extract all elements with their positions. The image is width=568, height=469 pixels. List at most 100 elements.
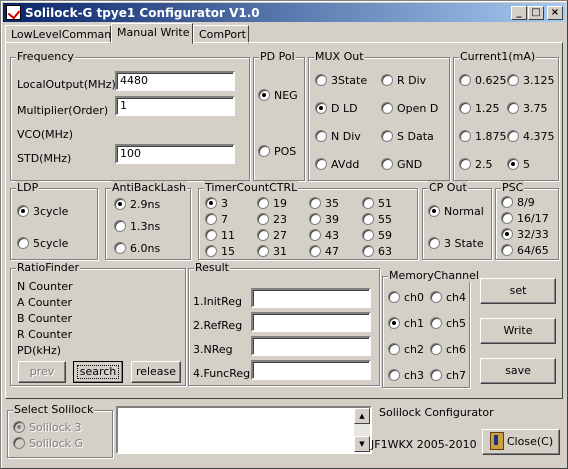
- pd-pol-pos-radio[interactable]: POS: [258, 145, 296, 158]
- ldp-3cycle-radio[interactable]: 3cycle: [17, 205, 68, 218]
- timer-35-radio[interactable]: 35: [309, 197, 339, 210]
- current-125-radio[interactable]: 1.25: [459, 102, 500, 115]
- multiplier-input[interactable]: 1: [115, 96, 235, 116]
- timer-23-radio[interactable]: 23: [257, 213, 287, 226]
- save-button[interactable]: save: [480, 358, 556, 384]
- select-solilock-group: Select Solilock Solilock 3 Solilock G: [7, 403, 113, 458]
- mux-opend-radio[interactable]: Open D: [381, 102, 438, 115]
- current-375-radio[interactable]: 3.75: [507, 102, 548, 115]
- local-output-input[interactable]: 4480: [115, 71, 235, 91]
- timercount-group: TimerCountCTRL 3 19 35 51 7 23 39 55 11 …: [198, 181, 418, 260]
- timer-3-radio[interactable]: 3: [205, 197, 228, 210]
- current1-caption: Current1(mA): [459, 50, 537, 63]
- tab-manual-write[interactable]: Manual Write: [111, 23, 193, 44]
- timer-7-radio[interactable]: 7: [205, 213, 228, 226]
- psc-1617-radio[interactable]: 16/17: [501, 212, 549, 225]
- mux-rdiv-radio[interactable]: R Div: [381, 74, 426, 87]
- std-label: STD(MHz): [17, 152, 72, 165]
- scroll-up-icon[interactable]: ▲: [354, 408, 370, 424]
- timer-15-radio[interactable]: 15: [205, 245, 235, 258]
- initreg-field[interactable]: [251, 288, 371, 308]
- mux-ndiv-radio[interactable]: N Div: [315, 130, 361, 143]
- solilock-g-radio[interactable]: Solilock G: [13, 437, 83, 450]
- timer-47-radio[interactable]: 47: [309, 245, 339, 258]
- maximize-button[interactable]: □: [528, 6, 544, 20]
- timer-43-radio[interactable]: 43: [309, 229, 339, 242]
- mem-ch7-radio[interactable]: ch7: [430, 369, 466, 382]
- mem-ch6-radio[interactable]: ch6: [430, 343, 466, 356]
- mem-ch2-radio[interactable]: ch2: [388, 343, 424, 356]
- mux-3state-radio[interactable]: 3State: [315, 74, 367, 87]
- nreg-label: 3.NReg: [193, 343, 233, 356]
- mem-ch0-radio[interactable]: ch0: [388, 291, 424, 304]
- main-window: Solilock-G tpye1 Configurator V1.0 _ □ ×…: [0, 0, 568, 469]
- log-textarea[interactable]: ▲ ▼: [116, 406, 372, 454]
- memory-channel-caption: MemoryChannel: [388, 269, 480, 282]
- abl-13ns-radio[interactable]: 1.3ns: [114, 220, 160, 233]
- timer-39-radio[interactable]: 39: [309, 213, 339, 226]
- close-button[interactable]: Close(C): [482, 429, 560, 455]
- current-25-radio[interactable]: 2.5: [459, 158, 493, 171]
- current-5-radio[interactable]: 5: [507, 158, 530, 171]
- mem-ch4-radio[interactable]: ch4: [430, 291, 466, 304]
- cp-normal-radio[interactable]: Normal: [428, 205, 484, 218]
- timer-63-radio[interactable]: 63: [362, 245, 392, 258]
- timer-11-radio[interactable]: 11: [205, 229, 235, 242]
- scroll-down-icon[interactable]: ▼: [354, 436, 370, 452]
- mux-dld-radio[interactable]: D LD: [315, 102, 358, 115]
- minimize-button[interactable]: _: [511, 6, 527, 20]
- timer-51-radio[interactable]: 51: [362, 197, 392, 210]
- funcreg-label: 4.FuncReg: [193, 367, 251, 380]
- write-button[interactable]: Write: [480, 318, 556, 344]
- pd-pol-neg-radio[interactable]: NEG: [258, 89, 298, 102]
- current-0625-radio[interactable]: 0.625: [459, 74, 507, 87]
- timer-27-radio[interactable]: 27: [257, 229, 287, 242]
- prev-button[interactable]: prev: [18, 361, 66, 383]
- current-1875-radio[interactable]: 1.875: [459, 130, 507, 143]
- abl-60ns-radio[interactable]: 6.0ns: [114, 242, 160, 255]
- mem-ch5-radio[interactable]: ch5: [430, 317, 466, 330]
- set-button[interactable]: set: [480, 278, 556, 304]
- ldp-5cycle-radio[interactable]: 5cycle: [17, 237, 68, 250]
- mem-ch3-radio[interactable]: ch3: [388, 369, 424, 382]
- ldp-group: LDP 3cycle 5cycle: [10, 181, 98, 260]
- timer-31-radio[interactable]: 31: [257, 245, 287, 258]
- title-bar[interactable]: Solilock-G tpye1 Configurator V1.0 _ □ ×: [3, 3, 565, 22]
- pd-khz-label: PD(kHz): [17, 344, 62, 357]
- funcreg-field[interactable]: [251, 360, 371, 380]
- mem-ch1-radio[interactable]: ch1: [388, 317, 424, 330]
- refreg-field[interactable]: [251, 312, 371, 332]
- cp-3state-radio[interactable]: 3 State: [428, 237, 484, 250]
- mux-out-group: MUX Out 3State R Div D LD Open D N Div S…: [308, 50, 450, 181]
- current1-group: Current1(mA) 0.625 3.125 1.25 3.75 1.875…: [453, 50, 559, 181]
- ldp-caption: LDP: [16, 181, 40, 194]
- close-window-button[interactable]: ×: [547, 6, 563, 20]
- app-icon: [6, 5, 21, 20]
- psc-6465-radio[interactable]: 64/65: [501, 244, 549, 257]
- timer-59-radio[interactable]: 59: [362, 229, 392, 242]
- mux-gnd-radio[interactable]: GND: [381, 158, 422, 171]
- std-input[interactable]: 100: [115, 144, 235, 164]
- timer-19-radio[interactable]: 19: [257, 197, 287, 210]
- frequency-caption: Frequency: [16, 50, 75, 63]
- select-solilock-caption: Select Solilock: [13, 403, 95, 416]
- mux-sdata-radio[interactable]: S Data: [381, 130, 434, 143]
- psc-89-radio[interactable]: 8/9: [501, 196, 535, 209]
- copyright-label: JF1WKX 2005-2010: [371, 438, 477, 451]
- close-door-icon: [489, 432, 504, 450]
- nreg-field[interactable]: [251, 336, 371, 356]
- current-4375-radio[interactable]: 4.375: [507, 130, 555, 143]
- mux-out-caption: MUX Out: [314, 50, 365, 63]
- release-button[interactable]: release: [131, 361, 181, 383]
- window-title: Solilock-G tpye1 Configurator V1.0: [25, 6, 260, 20]
- mux-avdd-radio[interactable]: AVdd: [315, 158, 359, 171]
- psc-3233-radio[interactable]: 32/33: [501, 228, 549, 241]
- abl-29ns-radio[interactable]: 2.9ns: [114, 198, 160, 211]
- antibacklash-caption: AntiBackLash: [111, 181, 188, 194]
- search-button[interactable]: search: [73, 361, 123, 383]
- cp-out-group: CP Out Normal 3 State: [422, 181, 492, 260]
- timer-55-radio[interactable]: 55: [362, 213, 392, 226]
- log-scrollbar[interactable]: ▲ ▼: [354, 408, 370, 452]
- current-3125-radio[interactable]: 3.125: [507, 74, 555, 87]
- solilock-3-radio[interactable]: Solilock 3: [13, 421, 82, 434]
